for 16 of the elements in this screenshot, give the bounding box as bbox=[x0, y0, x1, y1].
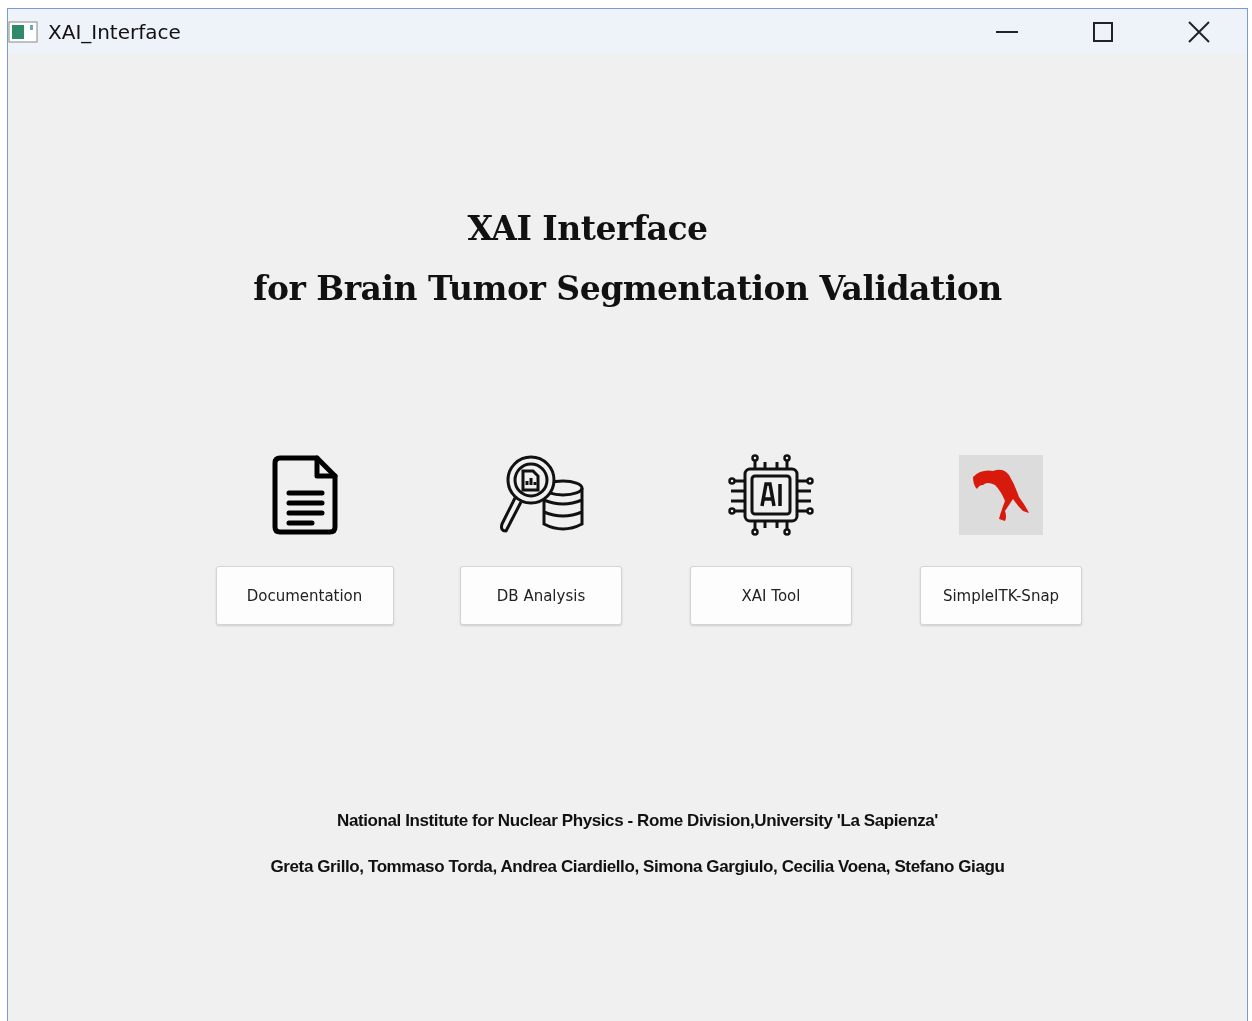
tool-button[interactable]: DB Analysis bbox=[460, 566, 622, 625]
tool-button[interactable]: Documentation bbox=[215, 566, 394, 625]
tool-button[interactable]: XAI Tool bbox=[690, 566, 852, 625]
credit-text: Greta Grillo, Tommaso Torda, Andrea Ciardiello, Simona Gargiulo, Cecilia Voena, Stefano Giagu bbox=[270, 857, 1005, 877]
heading-line: for Brain Tumor Segmentation Validation bbox=[252, 268, 1003, 310]
close-icon bbox=[1188, 20, 1210, 43]
window-title: XAI_Interface bbox=[48, 19, 181, 44]
ai-chip-icon bbox=[728, 454, 814, 536]
tool-button[interactable]: SimpleITK-Snap bbox=[920, 566, 1082, 625]
app-icon bbox=[8, 20, 38, 43]
heading-line: XAI Interface bbox=[466, 208, 709, 250]
maximize-icon bbox=[1093, 21, 1113, 42]
credit-text: National Institute for Nuclear Physics - Rome Division,University 'La Sapienza' bbox=[337, 811, 938, 831]
minimize-icon bbox=[996, 30, 1018, 33]
logo-icon bbox=[959, 455, 1043, 535]
document-icon bbox=[271, 455, 338, 535]
